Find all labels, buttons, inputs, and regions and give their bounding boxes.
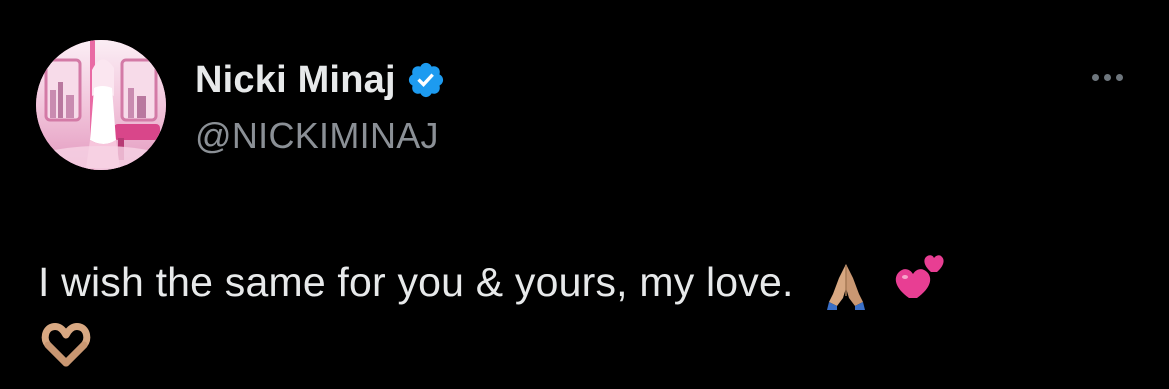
author-name-row: Nicki Minaj xyxy=(195,58,446,102)
tweet-card: Nicki Minaj @NICKIMINAJ I wish the same … xyxy=(0,0,1169,389)
tweet-text: I wish the same for you & yours, my love… xyxy=(38,253,1138,370)
folded-hands-icon xyxy=(827,264,866,311)
two-hearts-icon xyxy=(895,255,944,299)
more-options-icon-dot xyxy=(1103,73,1111,81)
more-options-icon xyxy=(1091,73,1099,81)
author-handle[interactable]: @NICKIMINAJ xyxy=(195,114,439,158)
more-options-icon-dot xyxy=(1115,73,1123,81)
avatar[interactable] xyxy=(36,40,166,170)
heart-hands-icon xyxy=(41,323,91,367)
verified-badge-icon xyxy=(408,62,443,98)
avatar-image xyxy=(36,40,166,170)
tweet-text-body: I wish the same for you & yours, my love… xyxy=(38,259,794,305)
more-options-button[interactable] xyxy=(1082,62,1132,92)
author-display-name[interactable]: Nicki Minaj xyxy=(195,58,396,102)
